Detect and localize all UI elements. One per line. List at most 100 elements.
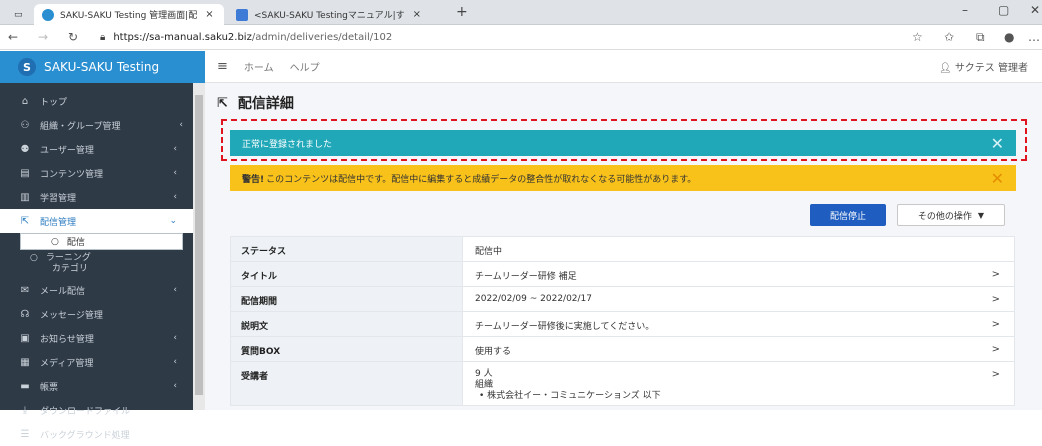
top-navbar: ≡ ホーム ヘルプ 👤︎ サクテス 管理者	[205, 51, 1042, 83]
table-row[interactable]: 説明文 チームリーダー研修後に実施してください。 >	[230, 311, 1015, 337]
users-icon: ⚉	[20, 143, 30, 155]
sidebar-item-label: 組織・グループ管理	[40, 121, 121, 132]
chevron-right-icon[interactable]: >	[992, 319, 1000, 330]
sidebar-item-download[interactable]: ⤓ ダウンロードファイル	[0, 398, 205, 422]
back-icon[interactable]: ←	[8, 30, 18, 44]
forward-icon[interactable]: →	[38, 30, 48, 44]
close-alert-icon[interactable]: ✕	[991, 169, 1004, 188]
success-alert-text: 正常に登録されました	[242, 139, 333, 150]
hamburger-menu-icon[interactable]: ≡	[217, 59, 228, 74]
table-row[interactable]: タイトル チームリーダー研修 補足 >	[230, 261, 1015, 287]
row-value[interactable]: 9 人 組織 • 株式会社イー・コミュニケーションズ 以下 >	[462, 361, 1015, 406]
window-close-icon[interactable]: ✕	[1030, 3, 1040, 17]
sidebar-item-users[interactable]: ⚉ ユーザー管理 ‹	[0, 137, 205, 161]
sidebar-item-notice[interactable]: ▣ お知らせ管理 ‹	[0, 326, 205, 350]
download-icon: ⤓	[22, 404, 28, 416]
user-menu[interactable]: 👤︎ サクテス 管理者	[939, 59, 1028, 74]
minimize-icon[interactable]: –	[962, 3, 968, 17]
detail-table: ステータス 配信中 タイトル チームリーダー研修 補足 > 配信期間 2022/0…	[230, 236, 1015, 406]
other-actions-button[interactable]: その他の操作 ▼	[897, 204, 1005, 226]
sidebar-subitem-delivery[interactable]: ○ 配信	[20, 233, 183, 250]
chevron-right-icon[interactable]: >	[992, 294, 1000, 305]
saku-favicon-icon	[42, 8, 54, 21]
close-tab-icon[interactable]: ×	[205, 9, 213, 20]
chevron-down-icon: ⌄	[169, 216, 177, 226]
tab-actions-icon[interactable]: ▭	[6, 4, 30, 25]
success-alert: 正常に登録されました ✕	[230, 130, 1016, 156]
recipient-count: 9 人	[475, 369, 493, 379]
reload-icon[interactable]: ↻	[68, 30, 78, 44]
url-host: https://sa-manual.saku2.biz	[113, 32, 252, 43]
other-actions-label: その他の操作	[917, 211, 972, 222]
chevron-left-icon: ‹	[173, 381, 177, 391]
close-tab-icon[interactable]: ×	[413, 9, 421, 20]
sidebar-scrollbar[interactable]	[193, 83, 205, 410]
table-row[interactable]: 配信期間 2022/02/09 ~ 2022/02/17 >	[230, 286, 1015, 312]
lock-icon: 🔒︎	[100, 32, 106, 43]
home-icon: ⌂	[21, 95, 29, 107]
row-key: ステータス	[230, 236, 463, 262]
row-key: 質問BOX	[230, 336, 463, 362]
scrollbar-thumb[interactable]	[195, 95, 203, 395]
profile-icon[interactable]: ●	[1004, 30, 1014, 44]
table-row[interactable]: 質問BOX 使用する >	[230, 336, 1015, 362]
brand-header[interactable]: S SAKU-SAKU Testing	[0, 51, 205, 83]
row-value[interactable]: 使用する >	[462, 336, 1015, 362]
sidebar-item-top[interactable]: ⌂ トップ	[0, 89, 205, 113]
sidebar-item-study[interactable]: ▥ 学習管理 ‹	[0, 185, 205, 209]
more-icon[interactable]: …	[1028, 30, 1040, 44]
browser-tab-admin[interactable]: SAKU-SAKU Testing 管理画面|配 ×	[34, 4, 224, 25]
sidebar-item-delivery[interactable]: ⇱ 配信管理 ⌄	[0, 209, 193, 233]
favorites-icon[interactable]: ✩	[944, 30, 954, 44]
close-alert-icon[interactable]: ✕	[991, 134, 1004, 153]
sidebar-item-message[interactable]: ☊ メッセージ管理	[0, 302, 205, 326]
chevron-right-icon[interactable]: >	[992, 369, 1000, 380]
recipient-org-label: 組織	[475, 380, 494, 390]
new-tab-icon[interactable]: +	[456, 4, 468, 20]
circle-icon: ○	[51, 236, 59, 247]
row-key: 説明文	[230, 311, 463, 337]
sidebar-item-content[interactable]: ▤ コンテンツ管理 ‹	[0, 161, 205, 185]
circle-icon: ○	[30, 253, 38, 263]
chevron-right-icon[interactable]: >	[992, 269, 1000, 280]
row-value[interactable]: チームリーダー研修 補足 >	[462, 261, 1015, 287]
warning-label: 警告!	[242, 174, 265, 185]
sidebar: S SAKU-SAKU Testing ⌂ トップ ⚇ 組織・グループ管理 ‹ …	[0, 51, 205, 441]
mail-icon: ✉	[20, 284, 30, 296]
read-aloud-icon[interactable]: ☆	[912, 30, 923, 44]
brand-logo-icon: S	[18, 58, 36, 76]
sidebar-item-label: トップ	[40, 97, 68, 108]
doc-favicon-icon	[236, 8, 248, 21]
row-key: 配信期間	[230, 286, 463, 312]
sidebar-subitem-learning-category[interactable]: ○ ラーニング カテゴリ	[0, 250, 205, 278]
delivery-icon: ⇱	[20, 215, 30, 227]
page-title-text: 配信詳細	[237, 96, 294, 112]
sidebar-item-label: ダウンロードファイル	[40, 406, 131, 417]
content-icon: ▤	[20, 167, 30, 179]
chevron-left-icon: ‹	[173, 285, 177, 295]
sidebar-item-org[interactable]: ⚇ 組織・グループ管理 ‹	[0, 113, 205, 137]
row-value[interactable]: 2022/02/09 ~ 2022/02/17 >	[462, 286, 1015, 312]
table-row[interactable]: 受講者 9 人 組織 • 株式会社イー・コミュニケーションズ 以下 >	[230, 361, 1015, 406]
stop-delivery-button[interactable]: 配信停止	[810, 204, 886, 226]
study-icon: ▥	[20, 191, 30, 203]
maximize-icon[interactable]: ▢	[998, 3, 1009, 17]
chevron-left-icon: ‹	[179, 120, 183, 130]
nav-help-link[interactable]: ヘルプ	[290, 59, 320, 74]
url-field[interactable]: 🔒︎ https://sa-manual.saku2.biz /admin/de…	[100, 28, 900, 47]
chevron-left-icon: ‹	[173, 333, 177, 343]
sidebar-subitem-label: ラーニング	[45, 253, 91, 263]
browser-tab-title: <SAKU-SAKU Testingマニュアル|す	[254, 11, 405, 21]
collections-icon[interactable]: ⧉	[976, 30, 985, 45]
browser-tab-manual[interactable]: <SAKU-SAKU Testingマニュアル|す ×	[228, 4, 444, 25]
sidebar-item-mail[interactable]: ✉ メール配信 ‹	[0, 278, 205, 302]
row-value-text: 配信中	[475, 247, 503, 257]
row-value[interactable]: チームリーダー研修後に実施してください。 >	[462, 311, 1015, 337]
sidebar-item-background[interactable]: ☰ バックグラウンド処理	[0, 422, 205, 446]
chevron-right-icon[interactable]: >	[992, 344, 1000, 355]
page-title: ⇱ 配信詳細	[217, 93, 294, 113]
warning-alert: 警告! このコンテンツは配信中です。配信中に編集すると成績データの整合性が取れな…	[230, 165, 1016, 191]
sidebar-item-report[interactable]: ▬ 帳票 ‹	[0, 374, 205, 398]
sidebar-item-media[interactable]: ▦ メディア管理 ‹	[0, 350, 205, 374]
nav-home-link[interactable]: ホーム	[244, 59, 274, 74]
